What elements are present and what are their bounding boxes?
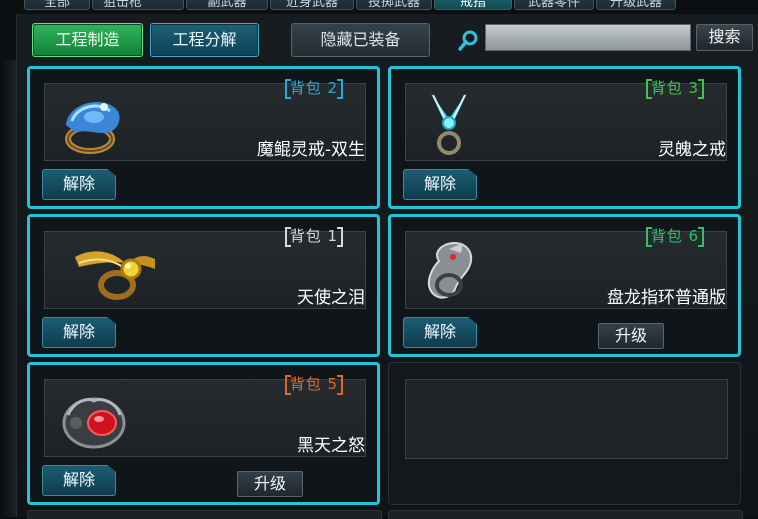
unequip-button[interactable]: 解除 [42,317,116,348]
red-gem-dark-ring-icon [62,397,126,449]
tab-sniper-label: 狙击枪 [103,0,143,10]
unequip-button[interactable]: 解除 [42,169,116,200]
winged-cyan-ring-icon [431,93,467,155]
unequip-button[interactable]: 解除 [42,465,116,496]
golden-winged-ring-icon [75,251,155,300]
tab-weapon-parts-label: 武器零件 [527,0,580,10]
left-background-decoration [0,60,16,517]
next-row-card-edge [388,510,743,519]
blue-gem-ring-icon [65,102,120,154]
search-button[interactable]: 搜索 [696,24,753,51]
tab-upgrade-weapons[interactable]: 升级武器 [596,0,676,10]
inventory-slot-badge: 背包 5 [284,375,344,395]
tab-secondary-label: 副武器 [207,0,247,10]
tab-all[interactable]: 全部 [24,0,90,10]
upgrade-button[interactable]: 升级 [598,323,664,349]
tab-rings-label: 戒指 [459,0,486,10]
dragon-ring-icon [427,242,473,299]
tab-throwing-label: 投掷武器 [367,0,420,10]
hide-equipped-button[interactable]: 隐藏已装备 [291,23,430,57]
search-input[interactable] [485,24,691,51]
upgrade-button[interactable]: 升级 [237,471,303,497]
ring-card[interactable]: 背包 1 天使之泪 解除 [27,214,380,357]
tab-rings[interactable]: 戒指 [434,0,512,10]
search-icon [458,30,478,51]
tab-upgrade-weapons-label: 升级武器 [609,0,662,10]
tab-melee-label: 近身武器 [285,0,338,10]
tab-sniper[interactable]: 狙击枪 [92,0,184,10]
unequip-button[interactable]: 解除 [403,317,477,348]
inventory-slot-badge: 背包 3 [645,79,705,99]
unequip-button[interactable]: 解除 [403,169,477,200]
ring-name: 天使之泪 [297,288,365,308]
disassemble-button[interactable]: 工程分解 [150,23,259,57]
inventory-slot-badge: 背包 2 [284,79,344,99]
ring-name: 盘龙指环普通版 [607,288,726,308]
ring-name: 黑天之怒 [297,436,365,456]
ring-name: 魔鲲灵戒-双生 [256,140,365,160]
tab-melee[interactable]: 近身武器 [270,0,354,10]
inventory-slot-badge: 背包 6 [645,227,705,247]
tab-weapon-parts[interactable]: 武器零件 [514,0,594,10]
empty-slot-inner [405,379,728,459]
ring-card[interactable]: 背包 3 灵魄之戒 解除 [388,66,741,209]
category-tabs: 全部 狙击枪 副武器 近身武器 投掷武器 戒指 武器零件 升级武器 [0,0,758,14]
next-row-card-edge [27,510,382,519]
ring-card[interactable]: 背包 2 魔鲲灵戒-双生 解除 [27,66,380,209]
inventory-slot-badge: 背包 1 [284,227,344,247]
ring-card[interactable]: 背包 5 黑天之怒 解除 升级 [27,362,380,505]
ring-name: 灵魄之戒 [658,140,726,160]
tab-all-label: 全部 [43,0,70,10]
empty-ring-slot [388,362,741,505]
craft-button[interactable]: 工程制造 [32,23,143,57]
ring-card[interactable]: 背包 6 盘龙指环普通版 解除 升级 [388,214,741,357]
tab-secondary[interactable]: 副武器 [186,0,268,10]
tab-throwing[interactable]: 投掷武器 [356,0,432,10]
